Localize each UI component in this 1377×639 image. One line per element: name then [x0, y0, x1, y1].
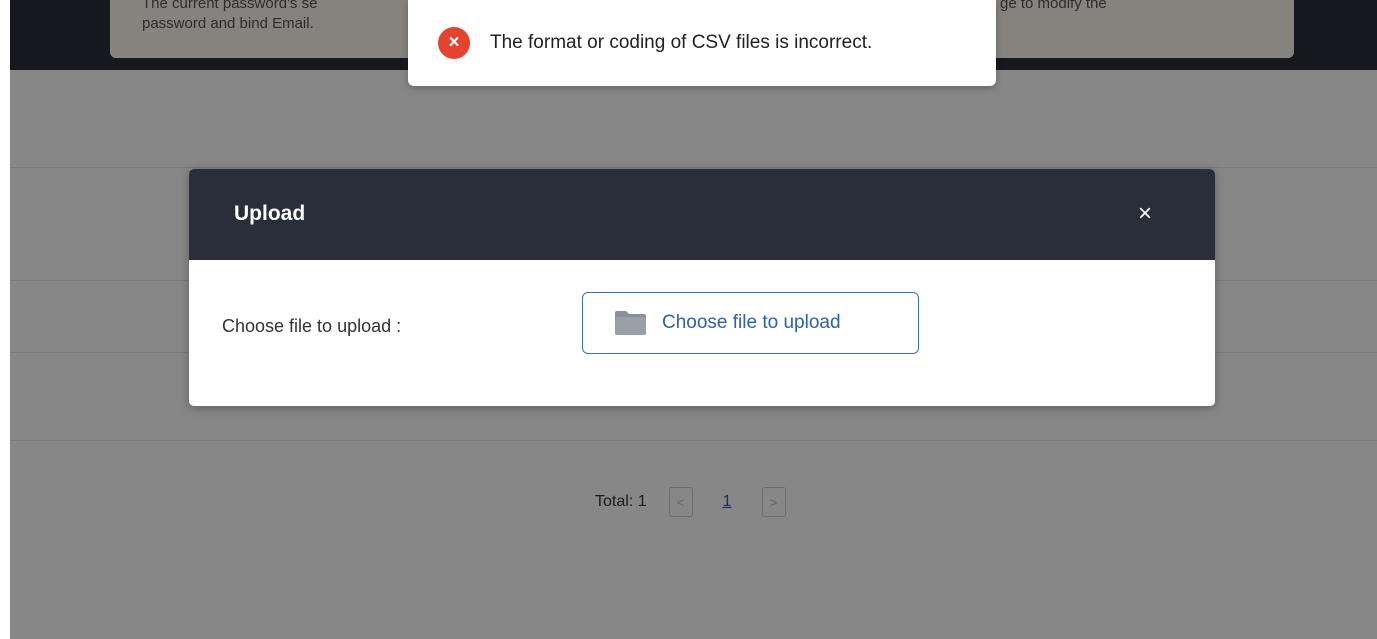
close-icon[interactable]: × [1133, 197, 1157, 231]
page: The current password's se ge to modify t… [0, 0, 1377, 639]
error-icon: × [438, 27, 470, 59]
dialog-body: Choose file to upload : Choose file to u… [189, 260, 1215, 406]
upload-field-label: Choose file to upload : [222, 316, 402, 336]
error-message: The format or coding of CSV files is inc… [490, 32, 873, 53]
dialog-title: Upload [234, 202, 306, 225]
left-edge [0, 0, 10, 639]
choose-file-button[interactable]: Choose file to upload [582, 292, 919, 354]
folder-icon [615, 311, 646, 335]
error-toast: × The format or coding of CSV files is i… [408, 0, 996, 86]
choose-file-button-label: Choose file to upload [662, 312, 841, 333]
upload-dialog: Upload × Choose file to upload : Choose … [189, 169, 1215, 406]
dialog-header: Upload × [189, 169, 1215, 260]
